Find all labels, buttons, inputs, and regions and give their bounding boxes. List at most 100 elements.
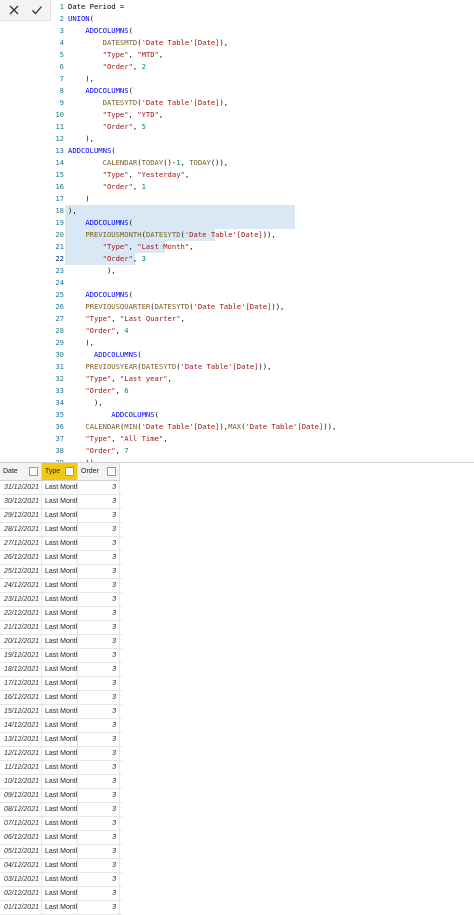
date-cell: 22/12/2021: [0, 607, 42, 621]
filter-dropdown-icon[interactable]: [107, 467, 116, 476]
line-number: 6: [59, 62, 64, 71]
type-cell: Last Month: [42, 705, 78, 719]
table-row: 28/12/2021 Last Month 3: [0, 523, 122, 537]
code-line: ADDCOLUMNS(: [111, 410, 159, 419]
type-cell: Last Month: [42, 845, 78, 859]
order-cell: 3: [78, 845, 120, 859]
order-cell: 3: [78, 789, 120, 803]
code-line: ADDCOLUMNS(: [93, 350, 142, 359]
date-cell: 28/12/2021: [0, 523, 42, 537]
column-header-label: Date: [3, 468, 18, 475]
code-line: "Order", 4: [85, 326, 129, 335]
order-cell: 3: [78, 523, 120, 537]
code-line: "Order", 2: [102, 62, 146, 71]
line-number: 25: [55, 290, 64, 299]
table-row: 11/12/2021 Last Month 3: [0, 761, 122, 775]
table-row: 19/12/2021 Last Month 3: [0, 649, 122, 663]
code-line: ),: [68, 206, 77, 215]
close-icon: [8, 4, 20, 16]
code-line: ADDCOLUMNS(: [85, 290, 133, 299]
order-cell: 3: [78, 593, 120, 607]
date-cell: 16/12/2021: [0, 691, 42, 705]
date-cell: 05/12/2021: [0, 845, 42, 859]
line-number: 28: [55, 326, 64, 335]
order-cell: 3: [78, 481, 120, 495]
line-number: 15: [55, 170, 64, 179]
code-line: DATESYTD('Date Table'[Date]),: [102, 98, 229, 107]
code-area[interactable]: Date Period = UNION( ADDCOLUMNS( DATESMTD…: [65, 0, 474, 462]
date-cell: 17/12/2021: [0, 677, 42, 691]
line-number: 1: [59, 2, 64, 11]
date-cell: 31/12/2021: [0, 481, 42, 495]
date-cell: 26/12/2021: [0, 551, 42, 565]
type-cell: Last Month: [42, 523, 78, 537]
line-number: 35: [55, 410, 64, 419]
date-cell: 09/12/2021: [0, 789, 42, 803]
column-header-type[interactable]: Type: [42, 463, 78, 481]
date-cell: 14/12/2021: [0, 719, 42, 733]
line-number: 34: [55, 398, 64, 407]
table-row: 21/12/2021 Last Month 3: [0, 621, 122, 635]
cancel-button[interactable]: [3, 0, 25, 20]
type-cell: Last Month: [42, 887, 78, 901]
code-line: DATESMTD('Date Table'[Date]),: [102, 38, 229, 47]
type-cell: Last Month: [42, 495, 78, 509]
table-row: 06/12/2021 Last Month 3: [0, 831, 122, 845]
line-number: 3: [59, 26, 64, 35]
line-number: 12: [55, 134, 64, 143]
code-line: ),: [68, 134, 94, 143]
date-cell: 18/12/2021: [0, 663, 42, 677]
date-cell: 23/12/2021: [0, 593, 42, 607]
table-row: 25/12/2021 Last Month 3: [0, 565, 122, 579]
filter-applied-icon[interactable]: [65, 467, 74, 476]
table-row: 04/12/2021 Last Month 3: [0, 859, 122, 873]
column-header-label: Order: [81, 468, 99, 475]
type-cell: Last Month: [42, 565, 78, 579]
code-line: ADDCOLUMNS(: [68, 146, 116, 155]
code-line: ),: [68, 338, 94, 347]
date-cell: 30/12/2021: [0, 495, 42, 509]
type-cell: Last Month: [42, 859, 78, 873]
code-line: CALENDAR(MIN('Date Table'[Date]),MAX('Da…: [85, 422, 337, 431]
order-cell: 3: [78, 733, 120, 747]
date-cell: 08/12/2021: [0, 803, 42, 817]
code-line: "Order", 1: [102, 182, 146, 191]
date-cell: 19/12/2021: [0, 649, 42, 663]
order-cell: 3: [78, 873, 120, 887]
order-cell: 3: [78, 621, 120, 635]
table-row: 16/12/2021 Last Month 3: [0, 691, 122, 705]
type-cell: Last Month: [42, 649, 78, 663]
column-header-date[interactable]: Date: [0, 463, 42, 481]
line-number: 11: [55, 122, 64, 131]
type-cell: Last Month: [42, 509, 78, 523]
table-row: 03/12/2021 Last Month 3: [0, 873, 122, 887]
code-line: "Type", "MTD",: [102, 50, 164, 59]
line-number: 23: [55, 266, 64, 275]
line-number: 14: [55, 158, 64, 167]
date-cell: 10/12/2021: [0, 775, 42, 789]
date-cell: 15/12/2021: [0, 705, 42, 719]
line-number: 4: [59, 38, 64, 47]
type-cell: Last Month: [42, 817, 78, 831]
filter-dropdown-icon[interactable]: [29, 467, 38, 476]
code-line: UNION(: [68, 14, 94, 23]
commit-button[interactable]: [26, 0, 48, 20]
dax-formula-editor[interactable]: Date Period = UNION( ADDCOLUMNS( DATESMTD…: [0, 0, 474, 462]
column-header-order[interactable]: Order: [78, 463, 120, 481]
code-line: "Type", "Yesterday",: [102, 170, 190, 179]
line-number: 21: [55, 242, 64, 251]
table-row: 10/12/2021 Last Month 3: [0, 775, 122, 789]
code-line: ADDCOLUMNS(: [85, 26, 133, 35]
type-cell: Last Month: [42, 607, 78, 621]
code-line: "Order", 5: [102, 122, 146, 131]
line-number: 36: [55, 422, 64, 431]
code-line: Date Period =: [68, 2, 125, 11]
order-cell: 3: [78, 677, 120, 691]
table-row: 26/12/2021 Last Month 3: [0, 551, 122, 565]
code-line: CALENDAR(TODAY()-1, TODAY()),: [102, 158, 229, 167]
type-cell: Last Month: [42, 873, 78, 887]
type-cell: Last Month: [42, 747, 78, 761]
code-line: "Order", 7: [85, 446, 129, 455]
table-row: 20/12/2021 Last Month 3: [0, 635, 122, 649]
code-line: ),: [68, 266, 116, 275]
